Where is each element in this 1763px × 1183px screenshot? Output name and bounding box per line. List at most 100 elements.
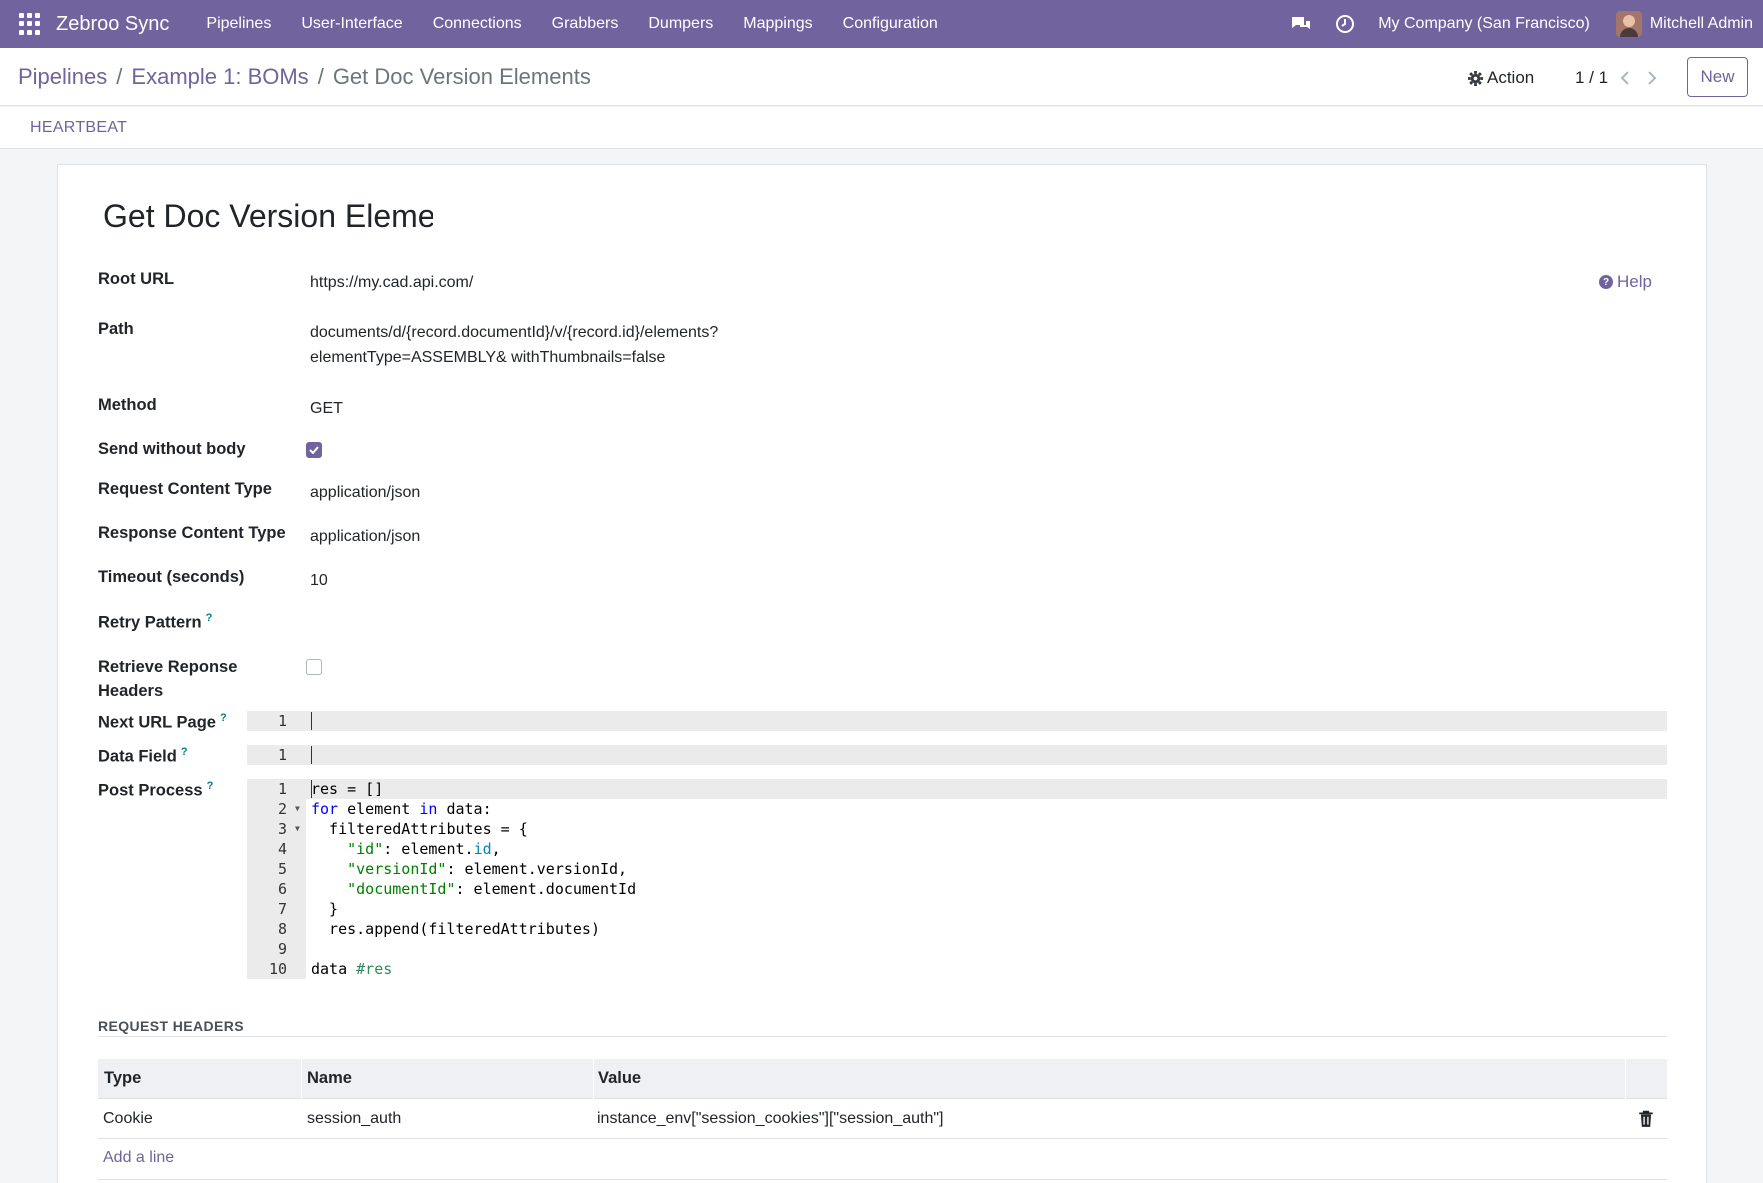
menu-item-configuration[interactable]: Configuration [828,15,953,33]
active-line [306,779,1667,799]
column-divider [301,1059,302,1099]
chevron-right-icon[interactable] [1643,68,1661,88]
breadcrumb-current: Get Doc Version Elements [332,64,591,89]
path-label: Path [98,320,134,338]
menu-item-user-interface[interactable]: User-Interface [286,15,417,33]
control-panel: Pipelines / Example 1: BOMs / Get Doc Ve… [0,48,1763,106]
help-link[interactable]: ? Help [1599,272,1652,292]
fold-arrow-icon[interactable]: ▼ [295,799,303,819]
breadcrumb: Pipelines / Example 1: BOMs / Get Doc Ve… [18,64,591,90]
company-switcher[interactable]: My Company (San Francisco) [1378,15,1590,33]
text-cursor [311,746,312,764]
breadcrumb-example[interactable]: Example 1: BOMs [131,64,308,90]
trash-icon[interactable] [1638,1110,1654,1128]
menu-item-connections[interactable]: Connections [418,15,537,33]
code-line: } [311,900,339,918]
column-divider [593,1059,594,1099]
line-number: 10 [268,960,287,978]
code-line: "id": element.id, [347,840,501,858]
top-navbar: Zebroo Sync Pipelines User-Interface Con… [0,0,1763,48]
new-button[interactable]: New [1687,57,1748,97]
timeout-field[interactable]: 10 [310,572,328,590]
send-without-body-checkbox[interactable] [306,442,322,458]
help-icon: ? [1599,275,1613,289]
root-url-field[interactable]: https://my.cad.api.com/ [310,274,473,292]
editor-gutter: 1 [247,711,306,731]
app-brand[interactable]: Zebroo Sync [56,13,169,36]
record-title[interactable]: Get Doc Version Elements [103,198,433,238]
data-field-label: Data Field? [98,746,188,767]
user-menu[interactable]: Mitchell Admin [1650,15,1753,33]
line-number: 4 [277,840,287,858]
next-url-page-editor[interactable]: 1 [247,711,1667,731]
chevron-left-icon[interactable] [1616,68,1634,88]
column-header-value[interactable]: Value [598,1069,641,1088]
line-number: 6 [277,880,287,898]
form-sheet [57,164,1707,1183]
path-line-1: documents/d/{record.documentId}/v/{recor… [310,324,719,341]
code-area[interactable] [306,745,1667,765]
line-number: 2 [277,800,287,818]
clock-icon[interactable] [1334,13,1356,35]
avatar[interactable] [1615,11,1642,37]
retrieve-headers-checkbox[interactable] [306,659,322,675]
retry-pattern-tooltip-icon[interactable]: ? [206,612,213,624]
post-process-label-text: Post Process [98,781,203,800]
fold-arrow-icon[interactable]: ▼ [295,819,303,839]
menu-item-mappings[interactable]: Mappings [728,15,827,33]
next-url-page-tooltip-icon[interactable]: ? [220,712,227,724]
retrieve-headers-label: Retrieve Reponse Headers [98,658,238,700]
path-line-2: elementType=ASSEMBLY& withThumbnails=fal… [310,349,666,366]
line-number: 3 [277,820,287,838]
cell-value[interactable]: instance_env["session_cookies"]["session… [597,1110,943,1128]
column-header-type[interactable]: Type [104,1069,141,1088]
column-divider [1625,1059,1626,1099]
cell-type[interactable]: Cookie [103,1110,153,1128]
code-line: res.append(filteredAttributes) [311,920,600,938]
code-line: "documentId": element.documentId [347,880,637,898]
request-content-type-field[interactable]: application/json [310,484,420,502]
table-row[interactable]: Cookie session_auth instance_env["sessio… [98,1099,1667,1139]
code-line: for element in data: [311,800,492,818]
root-url-label: Root URL [98,270,175,288]
section-divider [98,1036,1667,1037]
apps-grid-icon[interactable] [19,13,41,35]
action-label: Action [1487,68,1535,87]
code-area[interactable] [306,711,1667,731]
menu-item-dumpers[interactable]: Dumpers [633,15,728,33]
heartbeat-button[interactable]: HEARTBEAT [30,119,127,137]
request-headers-title: REQUEST HEADERS [98,1018,245,1034]
send-without-body-label: Send without body [98,440,246,458]
code-line: "versionId": element.versionId, [347,860,628,878]
line-number: 1 [277,712,287,730]
pager-value[interactable]: 1 / 1 [1575,68,1608,88]
column-header-name[interactable]: Name [307,1069,352,1088]
data-field-editor[interactable]: 1 [247,745,1667,765]
add-line-link[interactable]: Add a line [103,1149,174,1167]
line-number: 7 [277,900,287,918]
cell-name[interactable]: session_auth [307,1110,401,1128]
data-field-label-text: Data Field [98,747,177,766]
code-area[interactable]: res = [] for element in data: filteredAt… [306,779,1667,979]
path-field[interactable]: documents/d/{record.documentId}/v/{recor… [310,320,718,370]
chat-icon[interactable] [1290,13,1312,35]
post-process-editor[interactable]: 1 2 ▼ 3 ▼ 4 5 6 7 8 9 10 res = [] for el… [247,779,1667,979]
response-content-type-field[interactable]: application/json [310,528,420,546]
menu-item-pipelines[interactable]: Pipelines [191,15,286,33]
next-url-page-label: Next URL Page? [98,712,227,733]
retry-pattern-field[interactable] [310,612,710,636]
line-number: 1 [277,746,287,764]
menu-item-grabbers[interactable]: Grabbers [537,15,634,33]
response-content-type-label: Response Content Type [98,524,286,542]
method-select[interactable]: GET [310,400,343,418]
post-process-tooltip-icon[interactable]: ? [207,780,214,792]
breadcrumb-pipelines[interactable]: Pipelines [18,64,107,90]
timeout-label: Timeout (seconds) [98,568,245,586]
data-field-tooltip-icon[interactable]: ? [181,746,188,758]
method-label: Method [98,396,157,414]
editor-gutter: 1 [247,745,306,765]
navbar-systray: My Company (San Francisco) Mitchell Admi… [1290,0,1763,48]
line-number: 5 [277,860,287,878]
action-button[interactable]: Action [1468,68,1534,88]
line-number: 8 [277,920,287,938]
